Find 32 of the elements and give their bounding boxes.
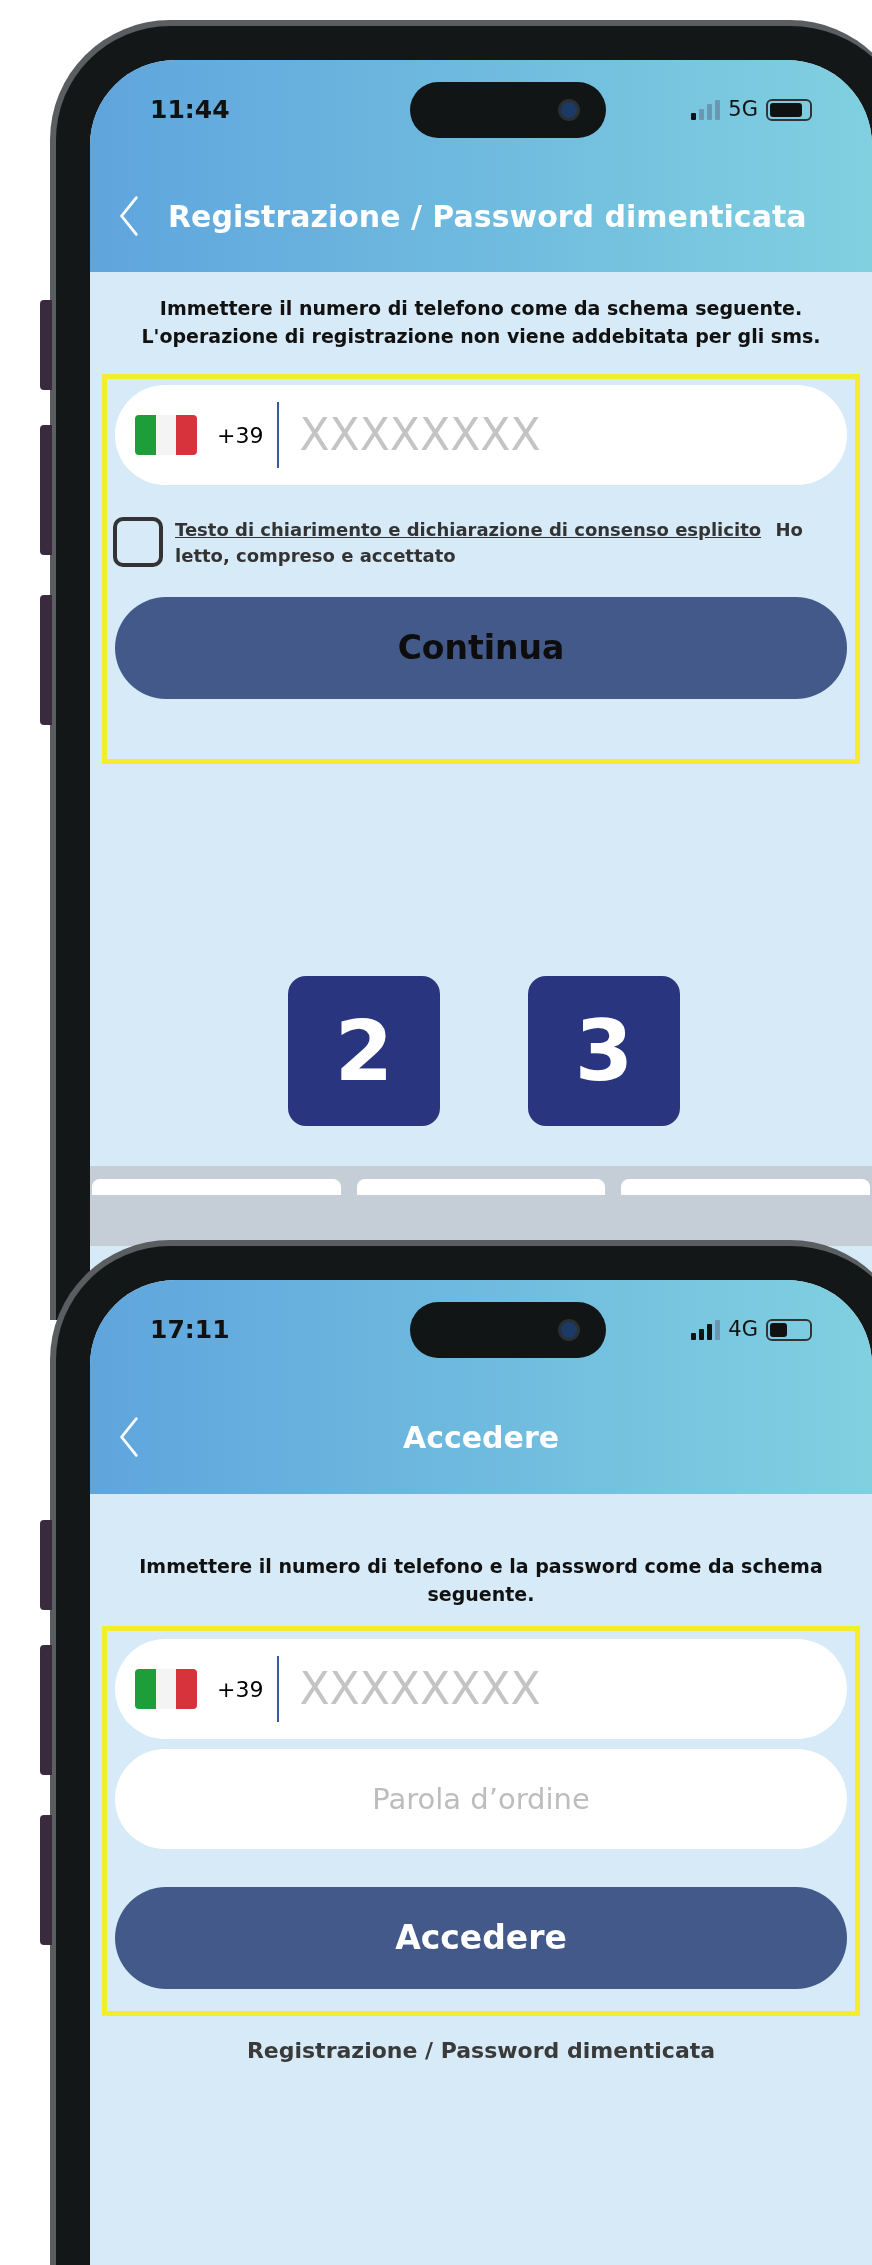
signal-icon [691,1320,721,1340]
instruction-text: Immettere il numero di telefono e la password come da schema seguente. [138,1554,824,1607]
password-field[interactable]: Parola d’ordine [115,1749,847,1849]
battery-icon [766,99,812,121]
screen-title: Accedere [402,1419,560,1455]
screen-title: Registrazione / Password dimenticata [168,198,807,234]
step-number-badge: 2 [288,976,440,1126]
camera-notch-icon [410,1302,606,1358]
phone-number-input[interactable]: XXXXXXXX [299,402,827,468]
consent-link[interactable]: Testo di chiarimento e dichiarazione di consenso esplicito [175,519,762,540]
phone-number-input[interactable]: XXXXXXXX [299,1656,827,1722]
back-icon[interactable] [118,1416,140,1458]
phone-number-field[interactable]: +39 XXXXXXXX [115,385,847,485]
status-time: 11:44 [150,94,231,127]
italy-flag-icon [135,415,197,455]
country-code: +39 [217,421,264,450]
camera-notch-icon [410,82,606,138]
signal-icon [691,100,721,120]
network-type: 5G [728,96,758,124]
consent-text: Testo di chiarimento e dichiarazione di consenso esplicito Ho letto, compreso e accettato [175,518,804,568]
step-number-badge: 3 [528,976,680,1126]
network-type: 4G [728,1316,758,1344]
consent-checkbox[interactable] [113,517,163,567]
phone-number-field[interactable]: +39 XXXXXXXX [115,1639,847,1739]
country-code: +39 [217,1675,264,1704]
battery-icon [766,1319,812,1341]
register-link[interactable]: Registrazione / Password dimenticata [246,2034,716,2067]
login-button[interactable]: Accedere [115,1887,847,1989]
back-icon[interactable] [118,195,140,237]
instruction-text: Immettere il numero di telefono come da schema seguente. L'operazione di registrazione non viene addebitata per gli sms. [140,296,822,349]
status-time: 17:11 [150,1314,231,1347]
italy-flag-icon [135,1669,197,1709]
